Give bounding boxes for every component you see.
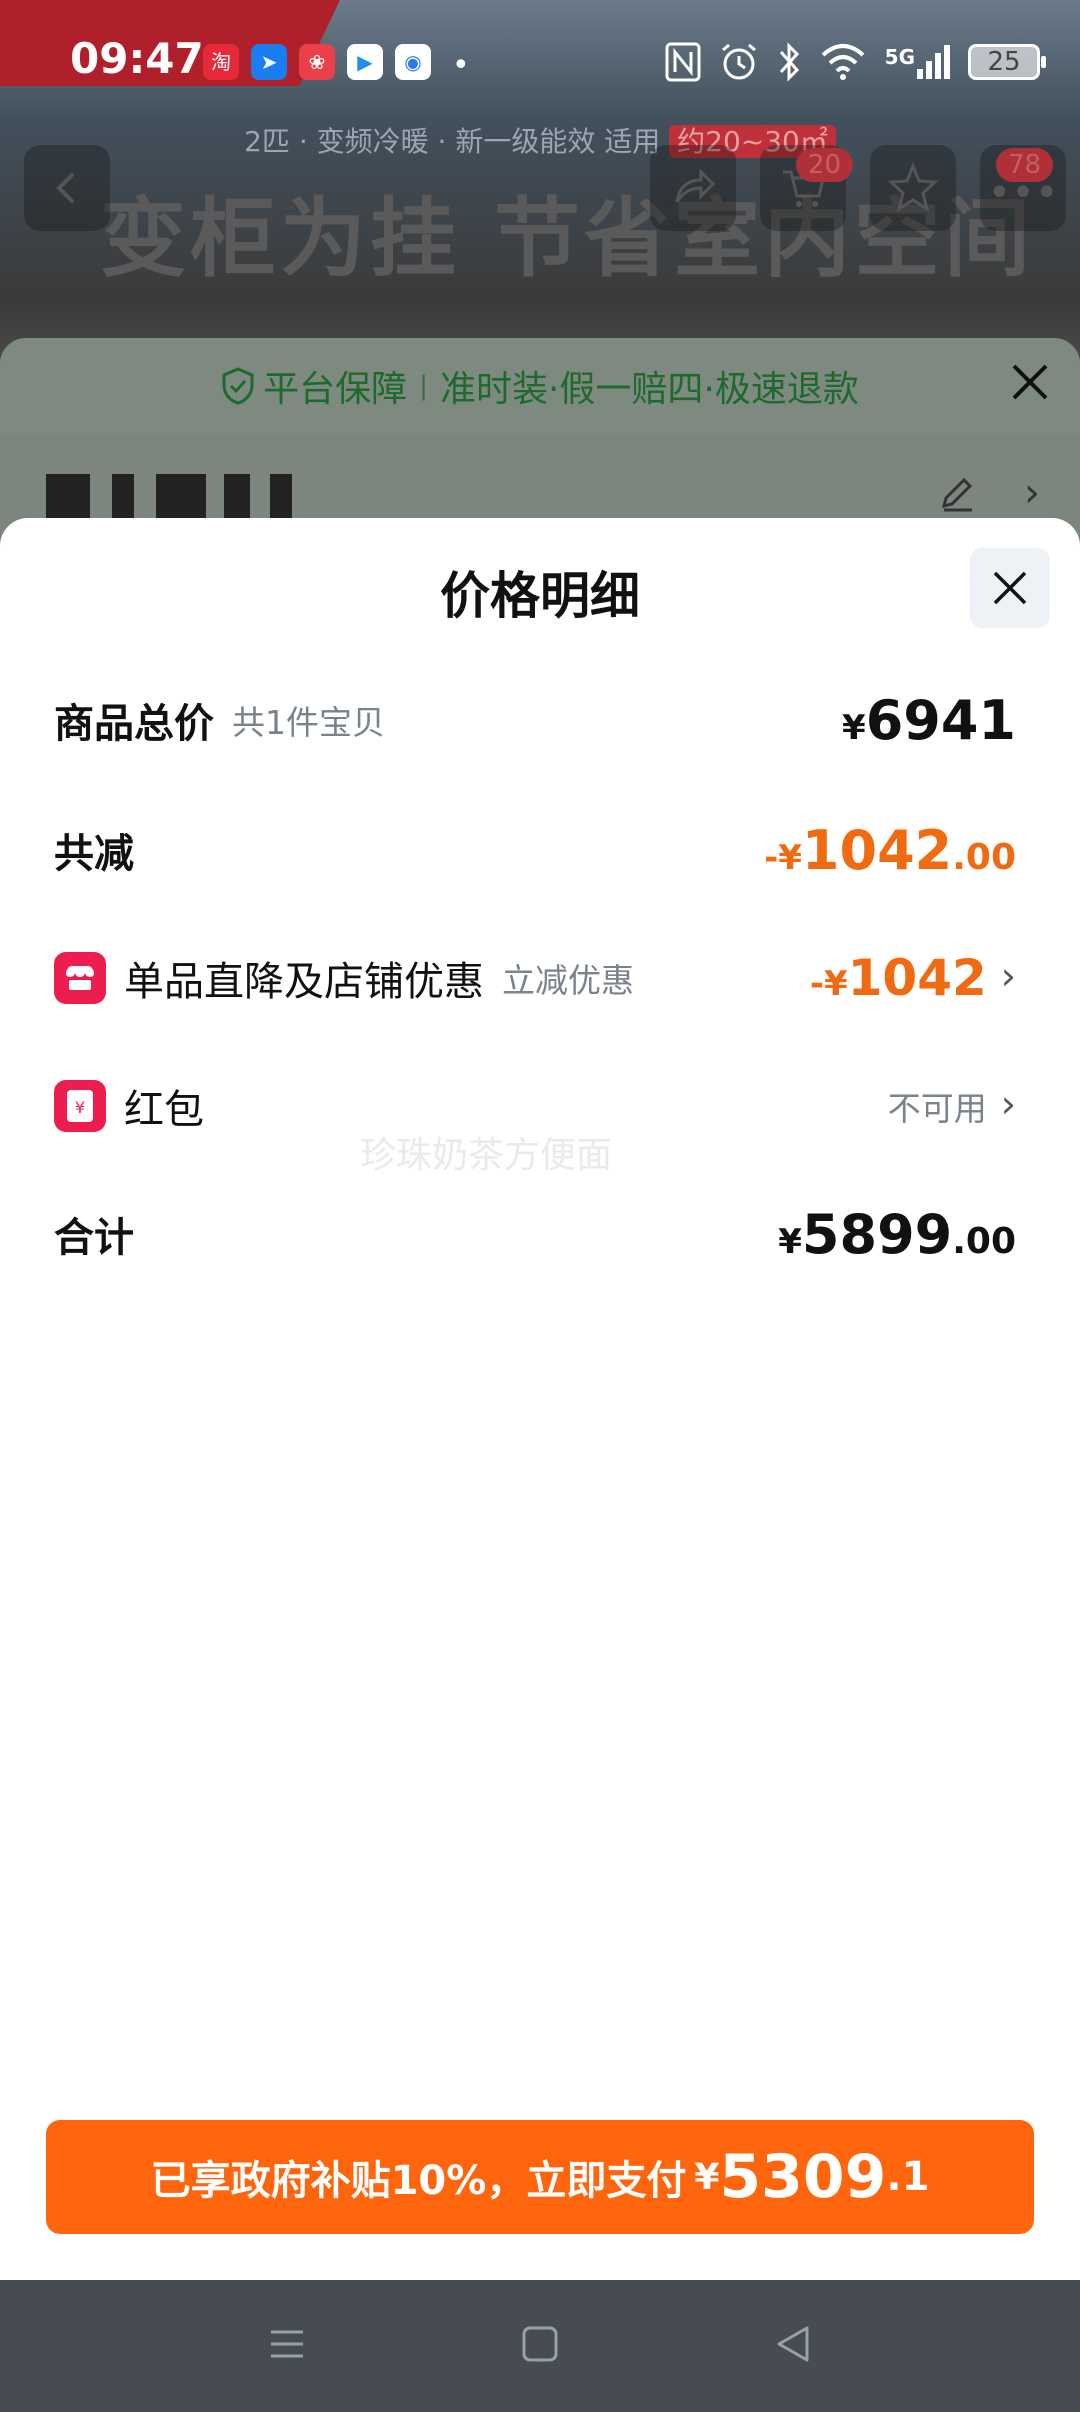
total-price-value: ¥ 6941 bbox=[842, 689, 1016, 752]
svg-text:¥: ¥ bbox=[75, 1098, 85, 1117]
browser-icon: ◉ bbox=[395, 44, 431, 80]
chevron-right-icon: › bbox=[1024, 470, 1040, 516]
back-arrow-icon bbox=[56, 172, 75, 204]
home-nav-button[interactable] bbox=[520, 2324, 560, 2368]
more-count-badge: 78 bbox=[996, 148, 1054, 182]
back-triangle-icon bbox=[777, 2326, 809, 2362]
store-discount-value: -¥ 1042 bbox=[810, 949, 987, 1007]
menu-nav-button[interactable] bbox=[267, 2324, 307, 2368]
reduction-amount: 1042 bbox=[801, 818, 953, 882]
order-sheet-close-button[interactable] bbox=[1010, 362, 1050, 410]
chevron-right-icon: › bbox=[1000, 1082, 1016, 1126]
notification-dot-icon: • bbox=[452, 48, 470, 83]
status-bar: 09:47 淘 ➤ ❀ ▶ ◉ • 5G 25 bbox=[0, 0, 1080, 120]
reduction-decimal: .00 bbox=[952, 836, 1016, 878]
dingtalk-icon: ➤ bbox=[251, 44, 287, 80]
favorite-button[interactable] bbox=[870, 145, 956, 231]
red-packet-status: 不可用 bbox=[887, 1089, 987, 1128]
total-price-amount: 6941 bbox=[865, 688, 1016, 752]
chevron-right-icon: › bbox=[1000, 954, 1016, 998]
total-reduction-row: 共减 -¥ 1042 .00 bbox=[54, 810, 1016, 890]
edit-address-button[interactable] bbox=[938, 474, 976, 521]
sum-label: 合计 bbox=[54, 1215, 134, 1261]
battery-icon: 25 bbox=[968, 44, 1046, 80]
product-spec-text: 2匹 · 变频冷暖 · 新一级能效 适用 bbox=[244, 125, 661, 158]
sum-value: ¥ 5899 .00 bbox=[778, 1203, 1016, 1266]
sum-row: 合计 ¥ 5899 .00 bbox=[54, 1194, 1016, 1274]
bluetooth-icon bbox=[779, 42, 799, 82]
cart-count-badge: 20 bbox=[796, 148, 854, 182]
redacted-address-block bbox=[270, 474, 292, 520]
video-app-icon: ▶ bbox=[347, 44, 383, 80]
shield-check-icon bbox=[222, 367, 254, 405]
redacted-address-block bbox=[46, 474, 90, 520]
item-count: 共1件宝贝 bbox=[232, 703, 385, 742]
total-reduction-label: 共减 bbox=[54, 831, 134, 877]
watermark-text: 珍珠奶茶方便面 bbox=[360, 1135, 613, 1176]
price-detail-sheet: 价格明细 商品总价 共1件宝贝 ¥ 6941 共减 -¥ 1042 .00 单品… bbox=[0, 518, 1080, 2280]
total-reduction-value: -¥ 1042 .00 bbox=[764, 819, 1016, 882]
total-price-row: 商品总价 共1件宝贝 ¥ 6941 bbox=[54, 680, 1016, 760]
guarantee-detail: 准时装·假一赔四·极速退款 bbox=[439, 369, 859, 410]
store-discount-amount: 1042 bbox=[847, 949, 987, 1007]
store-discount-row[interactable]: 单品直降及店铺优惠 立减优惠 -¥ 1042 › bbox=[54, 938, 1016, 1018]
total-price-label: 商品总价 bbox=[54, 701, 214, 747]
pay-amount: 5309 bbox=[719, 2142, 887, 2212]
close-icon bbox=[993, 571, 1027, 605]
pencil-icon bbox=[941, 477, 973, 512]
store-icon bbox=[54, 952, 106, 1004]
pay-now-button[interactable]: 已享政府补贴10%，立即支付 ¥ 5309 .1 bbox=[46, 2120, 1034, 2234]
pinduoduo-icon: ❀ bbox=[299, 44, 335, 80]
redacted-address-block bbox=[156, 474, 206, 520]
system-nav-bar bbox=[0, 2280, 1080, 2412]
taobao-icon: 淘 bbox=[203, 44, 239, 80]
star-icon bbox=[887, 161, 939, 213]
close-button[interactable] bbox=[970, 548, 1050, 628]
nfc-icon bbox=[665, 42, 701, 82]
battery-level: 25 bbox=[987, 47, 1021, 77]
red-packet-label: 红包 bbox=[124, 1087, 204, 1133]
redacted-address-block bbox=[112, 474, 134, 520]
sum-amount: 5899 bbox=[801, 1202, 953, 1266]
status-icons: 5G 25 bbox=[665, 38, 1046, 86]
store-discount-label: 单品直降及店铺优惠 bbox=[124, 959, 484, 1005]
sum-decimal: .00 bbox=[952, 1220, 1016, 1262]
sheet-title: 价格明细 bbox=[440, 567, 640, 625]
share-icon bbox=[675, 168, 716, 203]
network-type-label: 5G bbox=[884, 45, 915, 69]
currency-symbol: ¥ bbox=[842, 707, 866, 748]
currency-symbol: ¥ bbox=[694, 2156, 720, 2198]
home-square-icon bbox=[522, 2326, 558, 2362]
wifi-icon bbox=[821, 44, 864, 80]
currency-symbol: ¥ bbox=[778, 1221, 802, 1262]
minus-currency-symbol: -¥ bbox=[809, 964, 848, 1004]
alarm-icon bbox=[721, 43, 756, 80]
menu-icon bbox=[270, 2330, 303, 2358]
share-button[interactable] bbox=[650, 145, 736, 231]
divider: | bbox=[419, 371, 428, 401]
redacted-address-block bbox=[224, 474, 250, 520]
platform-guarantee-bar: 平台保障 | 准时装·假一赔四·极速退款 bbox=[0, 338, 1080, 434]
status-time: 09:47 bbox=[70, 34, 204, 83]
guarantee-label: 平台保障 bbox=[263, 369, 408, 410]
minus-currency-symbol: -¥ bbox=[764, 837, 802, 878]
back-nav-button[interactable] bbox=[773, 2324, 813, 2368]
back-button[interactable] bbox=[24, 145, 110, 231]
cellular-signal-icon: 5G bbox=[885, 45, 950, 79]
close-icon bbox=[1012, 364, 1048, 400]
red-packet-icon: ¥ bbox=[54, 1080, 106, 1132]
pay-decimal: .1 bbox=[886, 2154, 930, 2200]
pay-button-text: 已享政府补贴10%，立即支付 bbox=[150, 2158, 687, 2204]
store-discount-sub: 立减优惠 bbox=[502, 961, 634, 1000]
